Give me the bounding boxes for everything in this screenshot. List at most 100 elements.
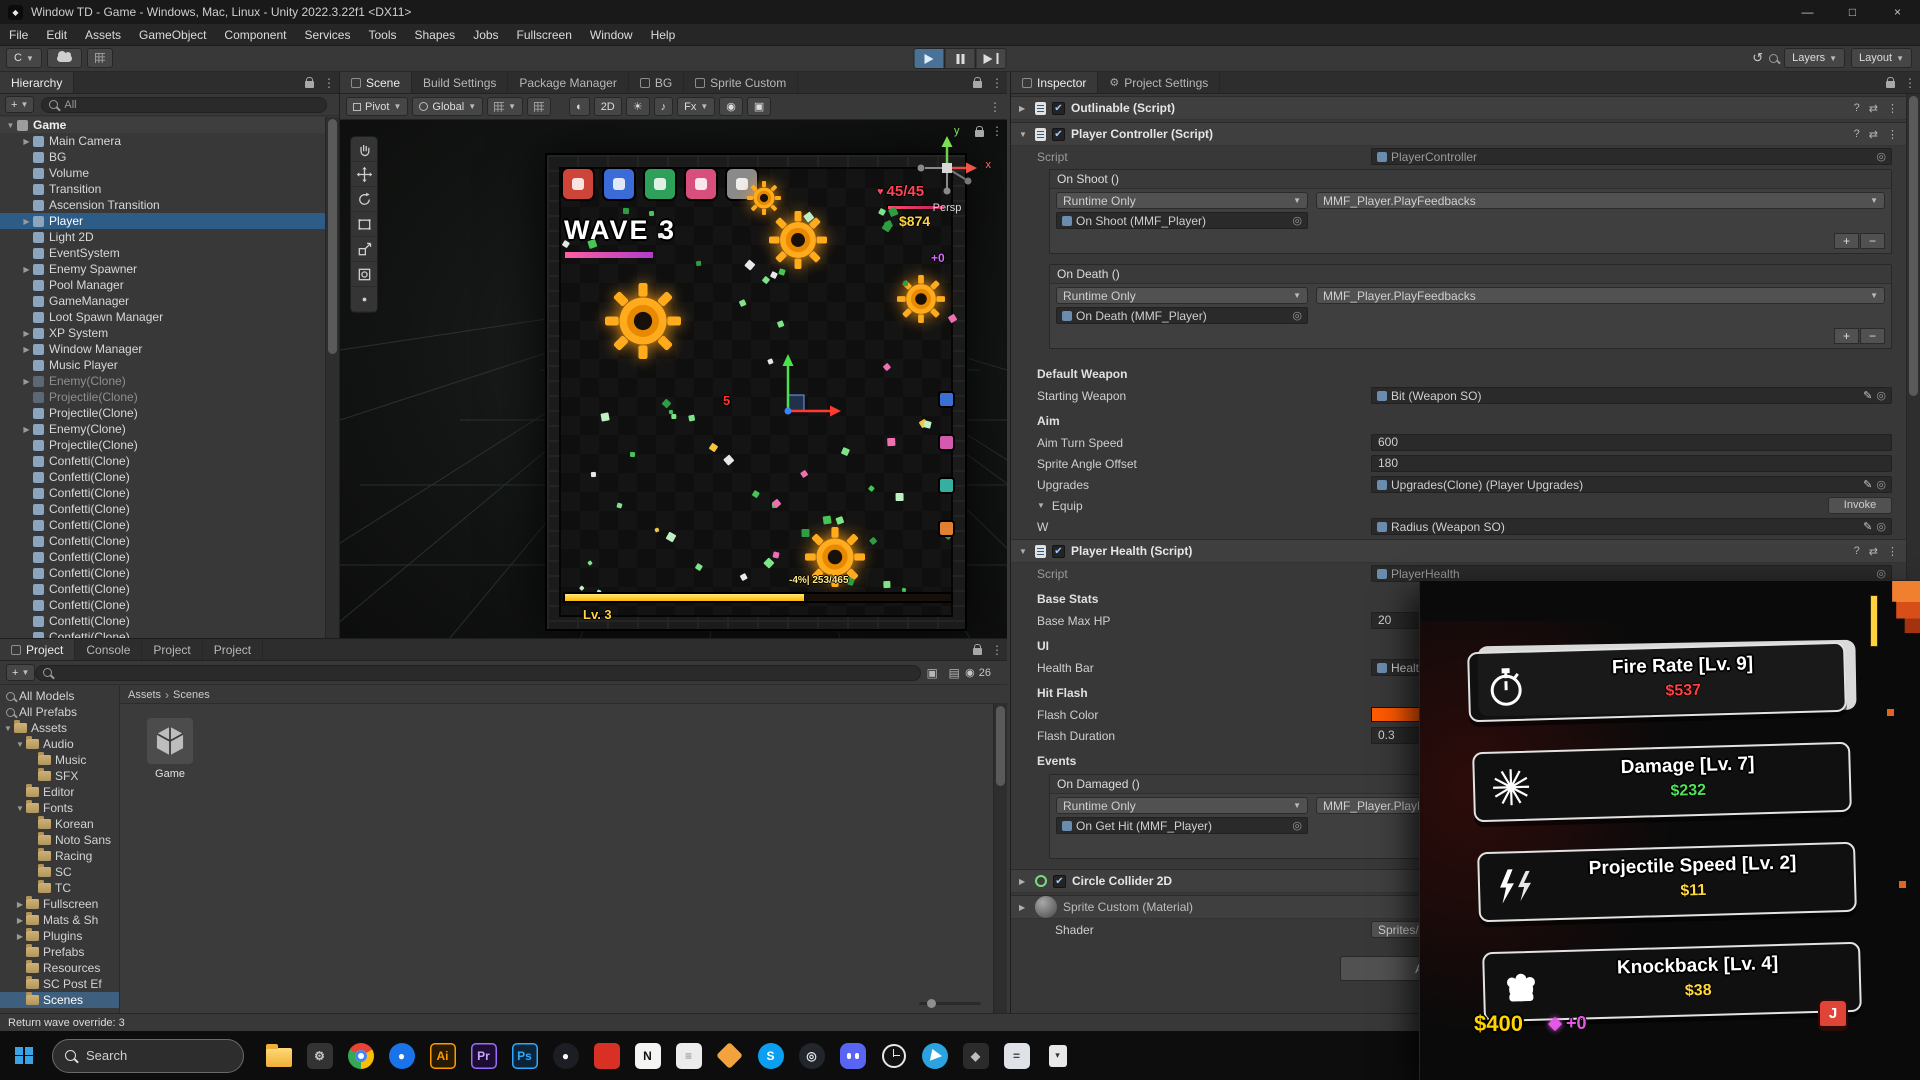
rect-tool-button[interactable] — [351, 212, 377, 237]
view-tool-button[interactable] — [351, 137, 377, 162]
presets-icon[interactable]: ⇄ — [1869, 102, 1878, 115]
hierarchy-item-pool-manager[interactable]: Pool Manager — [0, 277, 325, 293]
object-field[interactable]: Bit (Weapon SO)✎◎ — [1371, 387, 1892, 404]
tab-bg[interactable]: BG — [629, 72, 684, 93]
hierarchy-item-confetti-clone[interactable]: Confetti(Clone) — [0, 469, 325, 485]
foldout-arrow-icon[interactable]: ▼ — [1019, 547, 1029, 556]
foldout-arrow-icon[interactable]: ▼ — [1037, 501, 1045, 510]
menu-tools[interactable]: Tools — [359, 24, 405, 45]
help-icon[interactable]: ? — [1854, 128, 1860, 141]
object-picker-icon[interactable]: ◎ — [1292, 214, 1302, 227]
custom-tool-button[interactable] — [351, 287, 377, 312]
taskbar-tray-expand[interactable]: ▾ — [1037, 1032, 1078, 1080]
scene-viewport[interactable]: WAVE 3 ♥45/45 $874 +0 5 -4%| 25 — [340, 120, 1007, 638]
object-picker-icon[interactable]: ◎ — [1876, 389, 1886, 402]
version-control-button[interactable]: C▼ — [6, 48, 42, 68]
tab-sprite-custom[interactable]: Sprite Custom — [684, 72, 798, 93]
rotate-tool-button[interactable] — [351, 187, 377, 212]
folder-racing[interactable]: Racing — [0, 848, 119, 864]
object-field[interactable]: Radius (Weapon SO)✎◎ — [1371, 518, 1892, 535]
help-icon[interactable]: ? — [1854, 545, 1860, 558]
hierarchy-item-projectile-clone[interactable]: Projectile(Clone) — [0, 389, 325, 405]
remove-event-button[interactable]: − — [1860, 328, 1885, 344]
upgrade-card-projectile-speed-lv-2[interactable]: Projectile Speed [Lv. 2]$11 — [1477, 842, 1857, 923]
transform-gizmo[interactable] — [733, 351, 843, 461]
scene-menu-icon[interactable]: ⋮ — [989, 100, 1001, 114]
hierarchy-item-ascension-transition[interactable]: Ascension Transition — [0, 197, 325, 213]
taskbar-github[interactable]: ● — [545, 1032, 586, 1080]
object-field[interactable]: On Get Hit (MMF_Player)◎ — [1056, 817, 1308, 834]
dropdown[interactable]: Runtime Only▼ — [1056, 797, 1308, 814]
menu-assets[interactable]: Assets — [76, 24, 130, 45]
grid-visibility-button[interactable]: ▼ — [487, 97, 523, 116]
text-field[interactable]: 600 — [1371, 434, 1892, 451]
help-icon[interactable]: ? — [1854, 102, 1860, 115]
tab-build-settings[interactable]: Build Settings — [412, 72, 508, 93]
object-picker-icon[interactable]: ◎ — [1292, 309, 1302, 322]
object-picker-icon[interactable]: ◎ — [1876, 567, 1886, 580]
folder-tc[interactable]: TC — [0, 880, 119, 896]
taskbar-unity-hub[interactable]: ⚙ — [299, 1032, 340, 1080]
invoke-button[interactable]: Invoke — [1828, 497, 1892, 514]
hierarchy-item-confetti-clone[interactable]: Confetti(Clone) — [0, 565, 325, 581]
expand-arrow-icon[interactable]: ▶ — [20, 345, 33, 354]
expand-arrow-icon[interactable]: ▼ — [14, 740, 26, 749]
enabled-checkbox[interactable]: ✔ — [1052, 102, 1065, 115]
menu-services[interactable]: Services — [295, 24, 359, 45]
menu-file[interactable]: File — [0, 24, 37, 45]
projection-label[interactable]: Persp — [909, 202, 985, 214]
enabled-checkbox[interactable]: ✔ — [1052, 128, 1065, 141]
audio-toggle[interactable]: ♪ — [654, 97, 674, 116]
panel-menu-icon[interactable]: ⋮ — [987, 72, 1007, 93]
menu-fullscreen[interactable]: Fullscreen — [508, 24, 581, 45]
hierarchy-item-window-manager[interactable]: ▶Window Manager — [0, 341, 325, 357]
pause-button[interactable] — [945, 48, 976, 69]
expand-arrow-icon[interactable]: ▶ — [20, 425, 33, 434]
asset-game[interactable]: Game — [134, 718, 206, 780]
panel-menu-icon[interactable]: ⋮ — [987, 639, 1007, 660]
taskbar-google-maps[interactable]: ● — [381, 1032, 422, 1080]
presets-icon[interactable]: ⇄ — [1869, 545, 1878, 558]
hierarchy-item-player[interactable]: ▶Player — [0, 213, 325, 229]
hierarchy-item-xp-system[interactable]: ▶XP System — [0, 325, 325, 341]
reroll-key-button[interactable]: J — [1818, 999, 1848, 1031]
object-picker-icon[interactable]: ◎ — [1876, 520, 1886, 533]
favorite-all-prefabs[interactable]: All Prefabs — [0, 704, 119, 720]
foldout-arrow-icon[interactable]: ▶ — [1019, 877, 1029, 886]
panel-menu-icon[interactable]: ⋮ — [1900, 72, 1920, 93]
tab-scene[interactable]: Scene — [340, 72, 412, 93]
enabled-checkbox[interactable]: ✔ — [1052, 545, 1065, 558]
upgrade-card-fire-rate-lv-9[interactable]: Fire Rate [Lv. 9]$537 — [1467, 642, 1847, 723]
object-field[interactable]: Upgrades(Clone) (Player Upgrades)✎◎ — [1371, 476, 1892, 493]
object-picker-icon[interactable]: ◎ — [1876, 150, 1886, 163]
taskbar-skype[interactable]: S — [750, 1032, 791, 1080]
tab-inspector[interactable]: Inspector — [1011, 72, 1098, 93]
taskbar-diamond-app[interactable] — [709, 1032, 750, 1080]
hierarchy-item-confetti-clone[interactable]: Confetti(Clone) — [0, 597, 325, 613]
lock-icon[interactable] — [1880, 72, 1900, 93]
project-search-input[interactable] — [35, 665, 921, 681]
foldout-arrow-icon[interactable]: ▶ — [1019, 104, 1029, 113]
menu-component[interactable]: Component — [215, 24, 295, 45]
tab-project-settings[interactable]: ⚙Project Settings — [1098, 72, 1220, 93]
hierarchy-item-confetti-clone[interactable]: Confetti(Clone) — [0, 517, 325, 533]
visibility-toggle[interactable]: ◉ — [719, 97, 743, 116]
breadcrumb-assets[interactable]: Assets — [128, 689, 161, 701]
edit-icon[interactable]: ✎ — [1863, 520, 1872, 533]
expand-arrow-icon[interactable]: ▶ — [20, 329, 33, 338]
search-icon[interactable] — [1769, 54, 1778, 63]
expand-arrow-icon[interactable]: ▶ — [20, 377, 33, 386]
minimize-button[interactable]: — — [1785, 0, 1830, 24]
dropdown[interactable]: Runtime Only▼ — [1056, 192, 1308, 209]
folder-editor[interactable]: Editor — [0, 784, 119, 800]
object-picker-icon[interactable]: ◎ — [1292, 819, 1302, 832]
folder-korean[interactable]: Korean — [0, 816, 119, 832]
hierarchy-item-music-player[interactable]: Music Player — [0, 357, 325, 373]
object-picker-icon[interactable]: ◎ — [1876, 478, 1886, 491]
scrollbar-thumb[interactable] — [328, 119, 337, 354]
expand-arrow-icon[interactable]: ▶ — [20, 265, 33, 274]
hierarchy-item-confetti-clone[interactable]: Confetti(Clone) — [0, 501, 325, 517]
foldout-arrow-icon[interactable]: ▼ — [1019, 130, 1029, 139]
folder-audio[interactable]: ▼Audio — [0, 736, 119, 752]
lighting-toggle[interactable]: ☀ — [626, 97, 650, 116]
